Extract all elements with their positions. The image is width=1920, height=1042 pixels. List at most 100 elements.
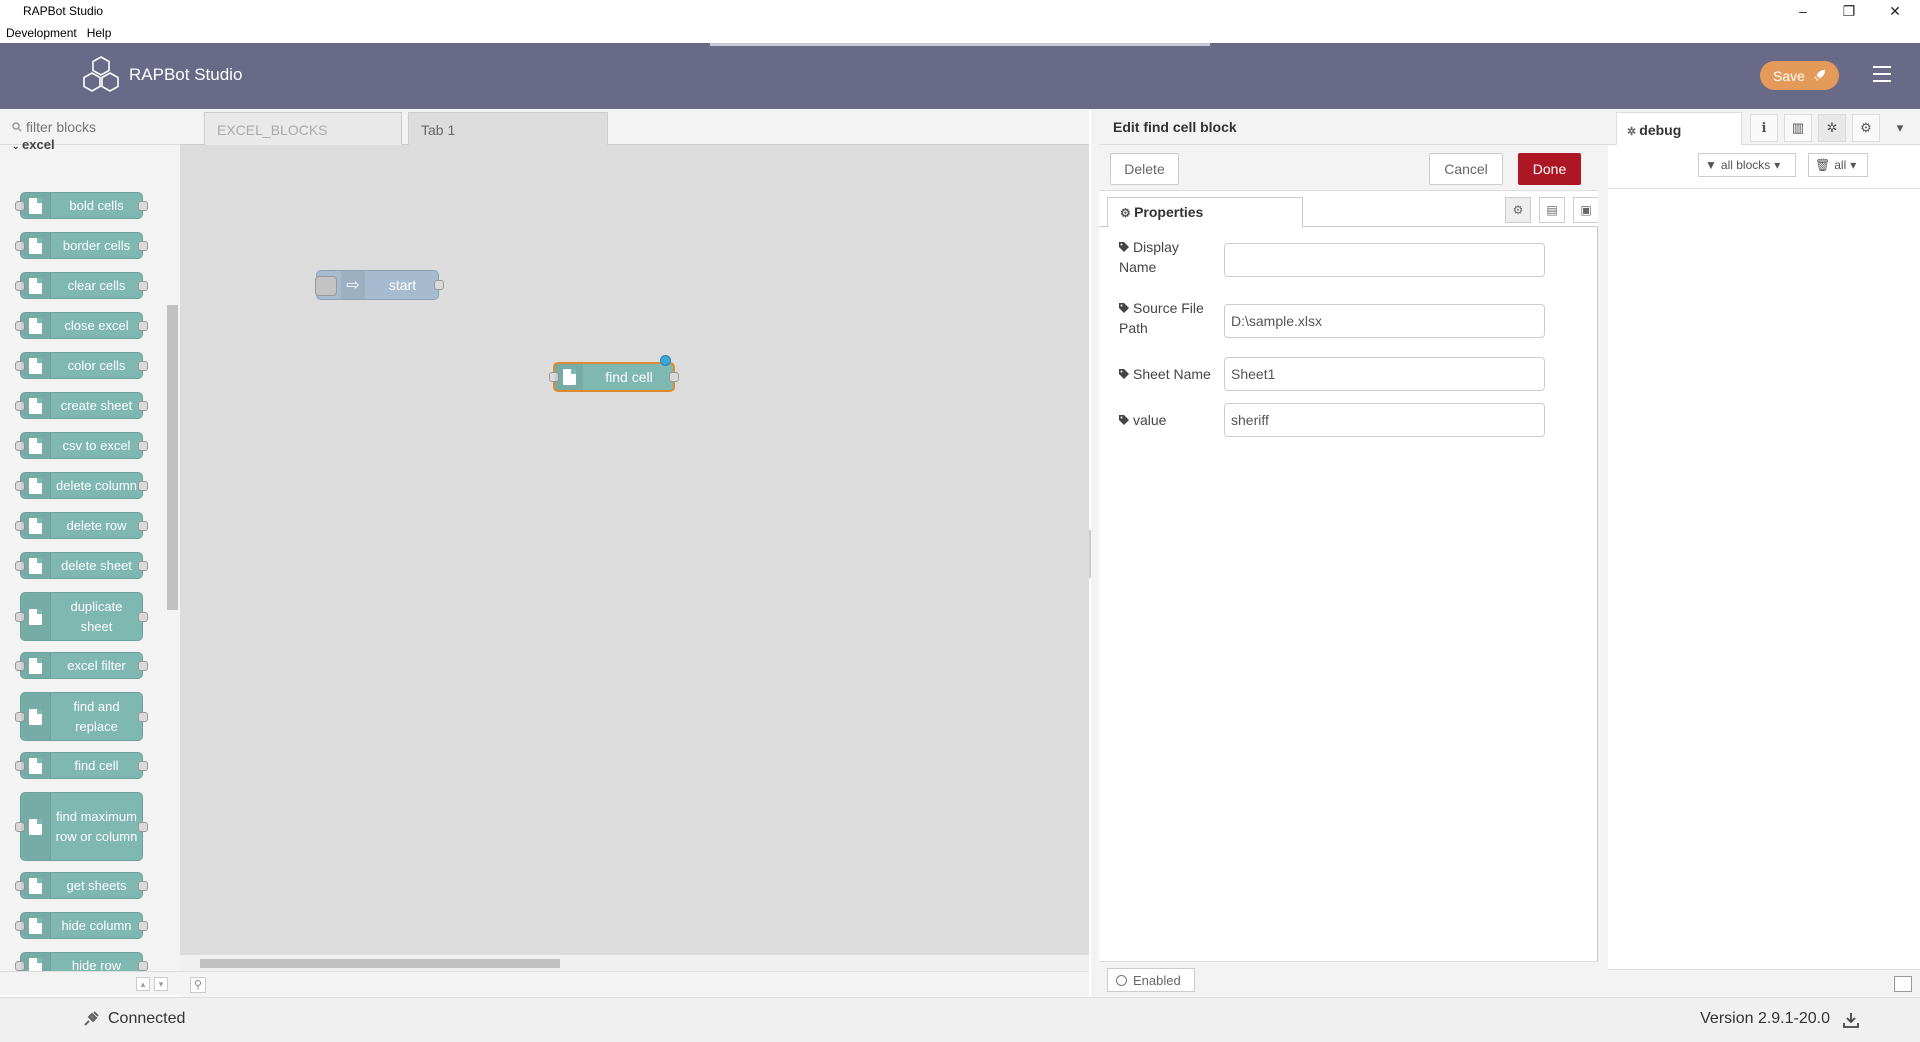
- palette-node-create-sheet[interactable]: create sheet: [15, 392, 148, 419]
- enabled-label: Enabled: [1133, 972, 1181, 988]
- workspace-footer: ⚲: [180, 971, 1089, 997]
- palette-node-find-cell[interactable]: find cell: [15, 752, 148, 779]
- document-icon: [29, 708, 42, 725]
- tab-tab-1[interactable]: Tab 1: [408, 112, 608, 145]
- filter-icon: ▼: [1705, 158, 1717, 172]
- editor-title: Edit find cell block: [1099, 109, 1598, 145]
- palette-category-header[interactable]: ⌄ excel: [0, 137, 165, 153]
- flow-node-label: find cell: [605, 369, 653, 385]
- cancel-button[interactable]: Cancel: [1429, 153, 1503, 185]
- filter-blocks-input[interactable]: [26, 118, 166, 135]
- delete-button[interactable]: Delete: [1110, 153, 1179, 185]
- search-icon[interactable]: ⚲: [190, 977, 206, 993]
- done-button[interactable]: Done: [1518, 153, 1581, 185]
- palette-node-delete-sheet[interactable]: delete sheet: [15, 552, 148, 579]
- enabled-toggle[interactable]: Enabled: [1107, 968, 1195, 992]
- menu-development[interactable]: Development: [6, 26, 77, 40]
- document-icon: [29, 877, 42, 894]
- palette-node-delete-row[interactable]: delete row: [15, 512, 148, 539]
- palette-node-clear-cells[interactable]: clear cells: [15, 272, 148, 299]
- source-file-path-input[interactable]: [1224, 304, 1545, 338]
- flow-node-start[interactable]: ⇨ start: [315, 270, 444, 300]
- output-port[interactable]: [434, 280, 444, 290]
- appearance-icon[interactable]: ▣: [1573, 197, 1599, 223]
- tag-icon: [1119, 364, 1129, 379]
- menu-help[interactable]: Help: [87, 26, 112, 40]
- palette-node-border-cells[interactable]: border cells: [15, 232, 148, 259]
- palette-node-delete-column[interactable]: delete column: [15, 472, 148, 499]
- flow-node-find-cell[interactable]: find cell: [549, 355, 679, 392]
- sidebar-footer: [1608, 969, 1920, 997]
- document-icon: [29, 818, 42, 835]
- palette-node-close-excel[interactable]: close excel: [15, 312, 148, 339]
- window-title: RAPBot Studio: [23, 4, 104, 18]
- window-titlebar: RAPBot Studio – ❐ ✕: [0, 0, 1920, 22]
- save-deploy-button[interactable]: Save: [1760, 61, 1839, 90]
- debug-bug-icon[interactable]: ✲: [1818, 114, 1846, 142]
- book-icon[interactable]: ▥: [1784, 114, 1812, 142]
- palette-node-color-cells[interactable]: color cells: [15, 352, 148, 379]
- gear-icon[interactable]: ⚙: [1852, 114, 1880, 142]
- connection-status: Connected: [82, 1010, 185, 1028]
- monitor-icon[interactable]: [1894, 976, 1912, 992]
- palette-node-find-maximum-row-or-column[interactable]: find maximum row or column: [15, 792, 148, 861]
- debug-toolbar: ▼ all blocks ▾ 🗑 all ▾: [1608, 145, 1920, 189]
- caret-down-icon: ▾: [1850, 158, 1857, 172]
- document-icon: [29, 517, 42, 534]
- tab-excel-blocks[interactable]: EXCEL_BLOCKS: [204, 112, 402, 145]
- palette-node-csv-to-excel[interactable]: csv to excel: [15, 432, 148, 459]
- hexagon-logo-icon: [83, 56, 119, 92]
- chevron-down-icon[interactable]: ▾: [1886, 114, 1914, 142]
- tab-properties[interactable]: ⚙ Properties: [1107, 197, 1303, 228]
- palette-scrollbar[interactable]: [165, 145, 180, 979]
- value-label: value: [1133, 412, 1167, 428]
- tab-debug-label: debug: [1639, 122, 1682, 138]
- sheet-name-label: Sheet Name: [1133, 366, 1211, 382]
- value-input[interactable]: [1224, 403, 1545, 437]
- document-icon: [29, 917, 42, 934]
- restore-button[interactable]: ❐: [1826, 0, 1872, 22]
- changed-indicator-badge: [660, 355, 671, 366]
- expand-down-icon[interactable]: ▾: [154, 977, 168, 991]
- right-sidebar: ✲ debug i ▥ ✲ ⚙ ▾ ▼ all blocks ▾ 🗑 all ▾: [1598, 109, 1920, 997]
- collapse-up-icon[interactable]: ▴: [136, 977, 150, 991]
- status-bar: Connected Version 2.9.1-20.0: [0, 997, 1920, 1042]
- canvas-horizontal-scrollbar[interactable]: [180, 955, 1089, 971]
- document-icon: [29, 657, 42, 674]
- palette-node-excel-filter[interactable]: excel filter: [15, 652, 148, 679]
- palette-node-get-sheets[interactable]: get sheets: [15, 872, 148, 899]
- sheet-name-input[interactable]: [1224, 357, 1545, 391]
- close-window-button[interactable]: ✕: [1872, 0, 1918, 22]
- circle-icon: [1116, 974, 1127, 986]
- editor-button-bar: Delete Cancel Done: [1099, 145, 1598, 191]
- display-name-input[interactable]: [1224, 243, 1545, 277]
- palette-node-bold-cells[interactable]: bold cells: [15, 192, 148, 219]
- flow-workspace: EXCEL_BLOCKS Tab 1 ⇨ start find cell: [180, 109, 1089, 971]
- connection-label: Connected: [108, 1010, 186, 1027]
- palette-node-find-and-replace[interactable]: find and replace: [15, 692, 148, 741]
- tag-icon: [1119, 298, 1129, 313]
- flow-canvas[interactable]: ⇨ start find cell: [180, 145, 1089, 955]
- palette-node-duplicate-sheet[interactable]: duplicate sheet: [15, 592, 148, 641]
- clear-select[interactable]: 🗑 all ▾: [1808, 153, 1868, 177]
- caret-down-icon: ▾: [1774, 158, 1781, 172]
- palette-node-hide-column[interactable]: hide column: [15, 912, 148, 939]
- settings-gear-icon[interactable]: ⚙: [1505, 197, 1531, 223]
- filter-select[interactable]: ▼ all blocks ▾: [1698, 153, 1796, 177]
- document-icon: [29, 437, 42, 454]
- info-icon[interactable]: i: [1750, 114, 1778, 142]
- hamburger-menu-icon[interactable]: [1868, 61, 1896, 89]
- arrow-right-icon: ⇨: [341, 271, 365, 299]
- output-port[interactable]: [669, 372, 679, 382]
- clear-label: all: [1834, 158, 1847, 172]
- inject-toggle-button[interactable]: [315, 276, 337, 296]
- search-icon: [12, 121, 22, 131]
- download-icon[interactable]: [1842, 1011, 1860, 1029]
- document-icon: [29, 608, 42, 625]
- minimize-button[interactable]: –: [1780, 0, 1826, 22]
- description-doc-icon[interactable]: ▤: [1539, 197, 1565, 223]
- tab-debug[interactable]: ✲ debug: [1616, 112, 1742, 145]
- document-icon: [29, 757, 42, 774]
- document-icon: [29, 477, 42, 494]
- editor-footer: Enabled: [1099, 961, 1598, 997]
